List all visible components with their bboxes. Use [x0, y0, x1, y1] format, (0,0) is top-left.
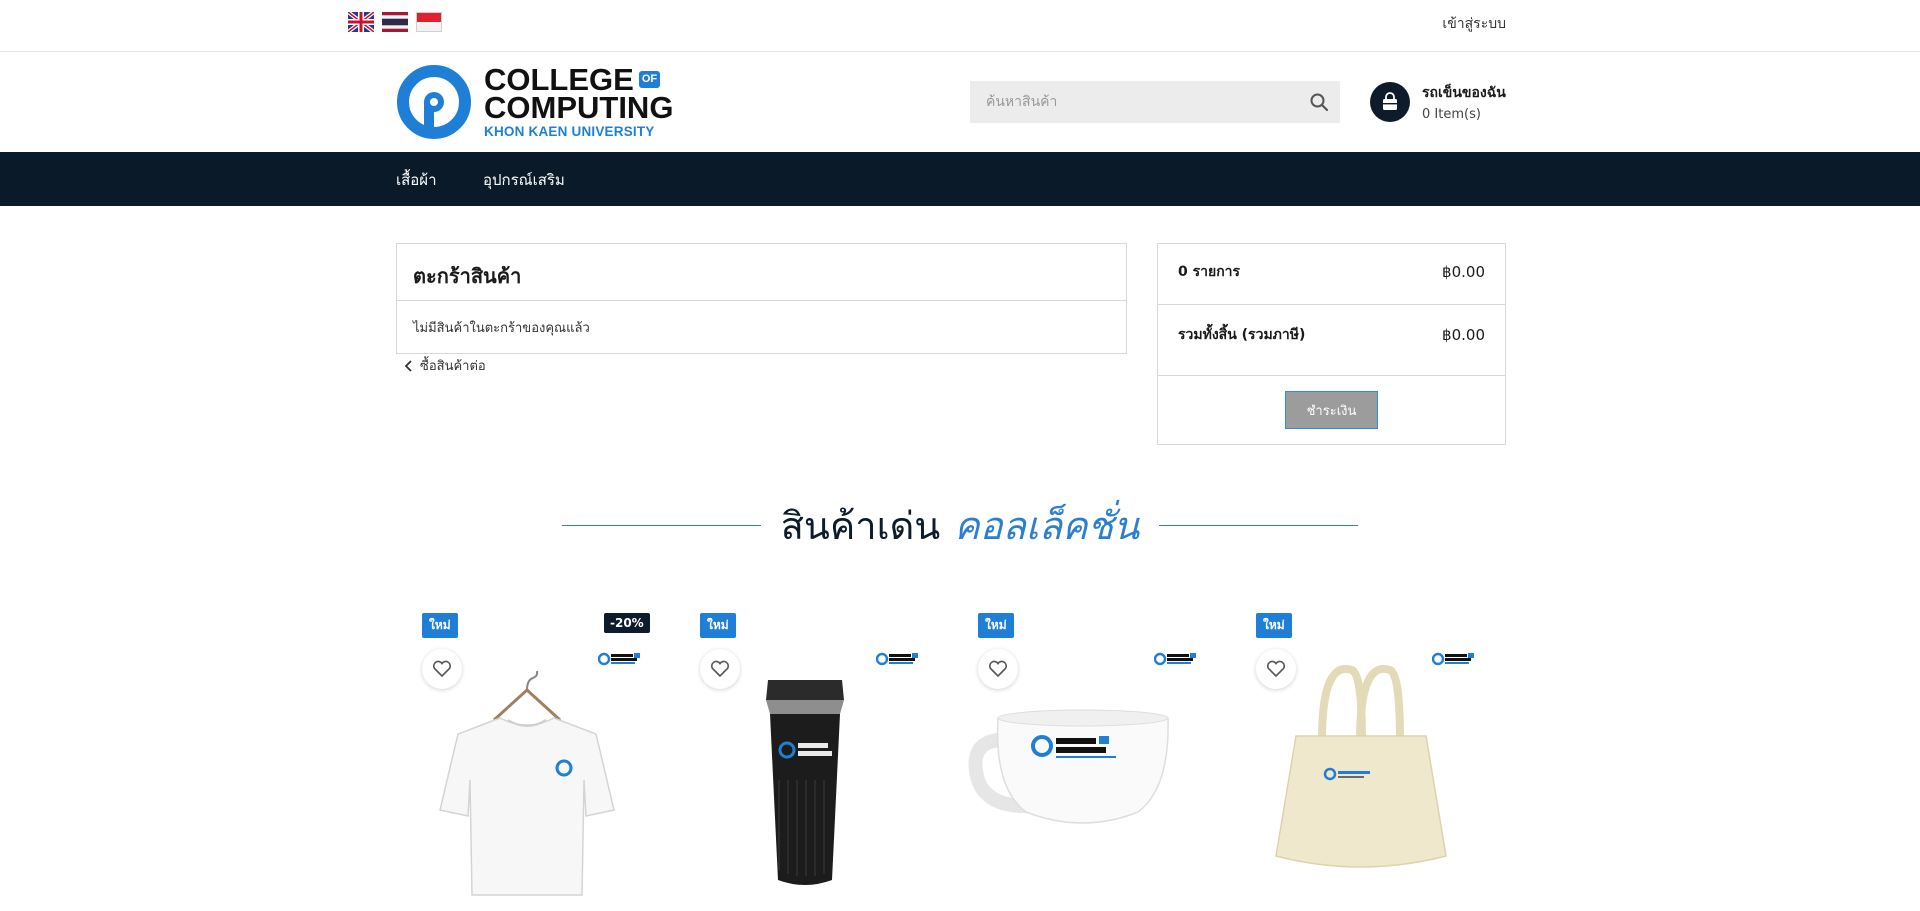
summary-items-row: 0 รายการ ฿0.00: [1158, 244, 1505, 305]
summary-items-label: 0 รายการ: [1178, 264, 1241, 280]
indonesian-flag-icon[interactable]: [416, 12, 442, 32]
logo-text: COLLEGE OF COMPUTING KHON KAEN UNIVERSIT…: [484, 64, 674, 139]
brand-mini-logo-icon: [598, 652, 640, 666]
badge-new: ใหม่: [1256, 613, 1292, 638]
summary-total-row: รวมทั้งสิ้น (รวมภาษี) ฿0.00: [1158, 305, 1505, 376]
shopping-bag-icon: [1370, 82, 1410, 122]
search-icon[interactable]: [1298, 81, 1340, 123]
summary-total-label: รวมทั้งสิ้น (รวมภาษี): [1178, 327, 1306, 343]
badge-new: ใหม่: [978, 613, 1014, 638]
badge-new: ใหม่: [700, 613, 736, 638]
heart-icon[interactable]: [422, 649, 462, 689]
divider-left: [561, 525, 761, 526]
english-flag-icon[interactable]: [348, 12, 374, 32]
mini-cart-title: รถเข็นของฉัน: [1422, 85, 1506, 101]
mini-cart-count: 0 Item(s): [1422, 107, 1481, 122]
search-input[interactable]: [970, 81, 1298, 123]
heart-icon[interactable]: [978, 649, 1018, 689]
divider-right: [1159, 525, 1359, 526]
site-logo[interactable]: COLLEGE OF COMPUTING KHON KAEN UNIVERSIT…: [396, 64, 673, 140]
brand-mini-logo-icon: [876, 652, 918, 666]
cart-panel: ตะกร้าสินค้า ไม่มีสินค้าในตะกร้าของคุณแล…: [396, 243, 1127, 354]
chevron-left-icon: [404, 359, 412, 372]
brand-mini-logo-icon: [1154, 652, 1196, 666]
product-card[interactable]: ใหม่: [952, 600, 1214, 911]
cart-title: ตะกร้าสินค้า: [397, 244, 1126, 301]
heart-icon[interactable]: [1256, 649, 1296, 689]
login-link[interactable]: เข้าสู่ระบบ: [1442, 13, 1506, 35]
order-summary: 0 รายการ ฿0.00 รวมทั้งสิ้น (รวมภาษี) ฿0.…: [1157, 243, 1506, 445]
nav-item-accessories[interactable]: อุปกรณ์เสริม: [483, 168, 565, 192]
checkout-button[interactable]: ชำระเงิน: [1285, 391, 1378, 429]
language-switcher: [348, 12, 442, 32]
featured-accent: คอลเล็คชั่น: [954, 504, 1140, 548]
logo-line-computing: COMPUTING: [484, 89, 674, 125]
heart-icon[interactable]: [700, 649, 740, 689]
product-grid: ใหม่ -20% ใหม่ ใหม่ ใหม่: [396, 600, 1506, 911]
top-bar: เข้าสู่ระบบ: [0, 0, 1920, 52]
logo-line-university: KHON KAEN UNIVERSITY: [484, 123, 655, 139]
badge-new: ใหม่: [422, 613, 458, 638]
logo-of-badge: OF: [638, 71, 661, 88]
continue-shopping-link[interactable]: ซื้อสินค้าต่อ: [404, 355, 486, 376]
nav-item-clothing[interactable]: เสื้อผ้า: [396, 168, 437, 192]
featured-title: สินค้าเด่น: [780, 504, 941, 548]
product-card[interactable]: ใหม่: [674, 600, 936, 911]
summary-items-value: ฿0.00: [1442, 263, 1485, 281]
continue-shopping-label: ซื้อสินค้าต่อ: [420, 359, 486, 374]
thai-flag-icon[interactable]: [382, 12, 408, 32]
product-card[interactable]: ใหม่ -20%: [396, 600, 658, 911]
product-card[interactable]: ใหม่: [1230, 600, 1492, 911]
brand-mini-logo-icon: [1432, 652, 1474, 666]
summary-total-value: ฿0.00: [1442, 326, 1485, 344]
site-header: COLLEGE OF COMPUTING KHON KAEN UNIVERSIT…: [0, 52, 1920, 152]
badge-discount: -20%: [604, 613, 650, 633]
college-logo-icon: [397, 65, 471, 139]
mini-cart[interactable]: รถเข็นของฉัน 0 Item(s): [1370, 82, 1506, 122]
featured-heading: สินค้าเด่น คอลเล็คชั่น: [0, 495, 1920, 556]
main-nav: เสื้อผ้า อุปกรณ์เสริม: [0, 152, 1920, 206]
cart-empty-message: ไม่มีสินค้าในตะกร้าของคุณแล้ว: [413, 321, 590, 336]
search-box: [970, 81, 1340, 123]
